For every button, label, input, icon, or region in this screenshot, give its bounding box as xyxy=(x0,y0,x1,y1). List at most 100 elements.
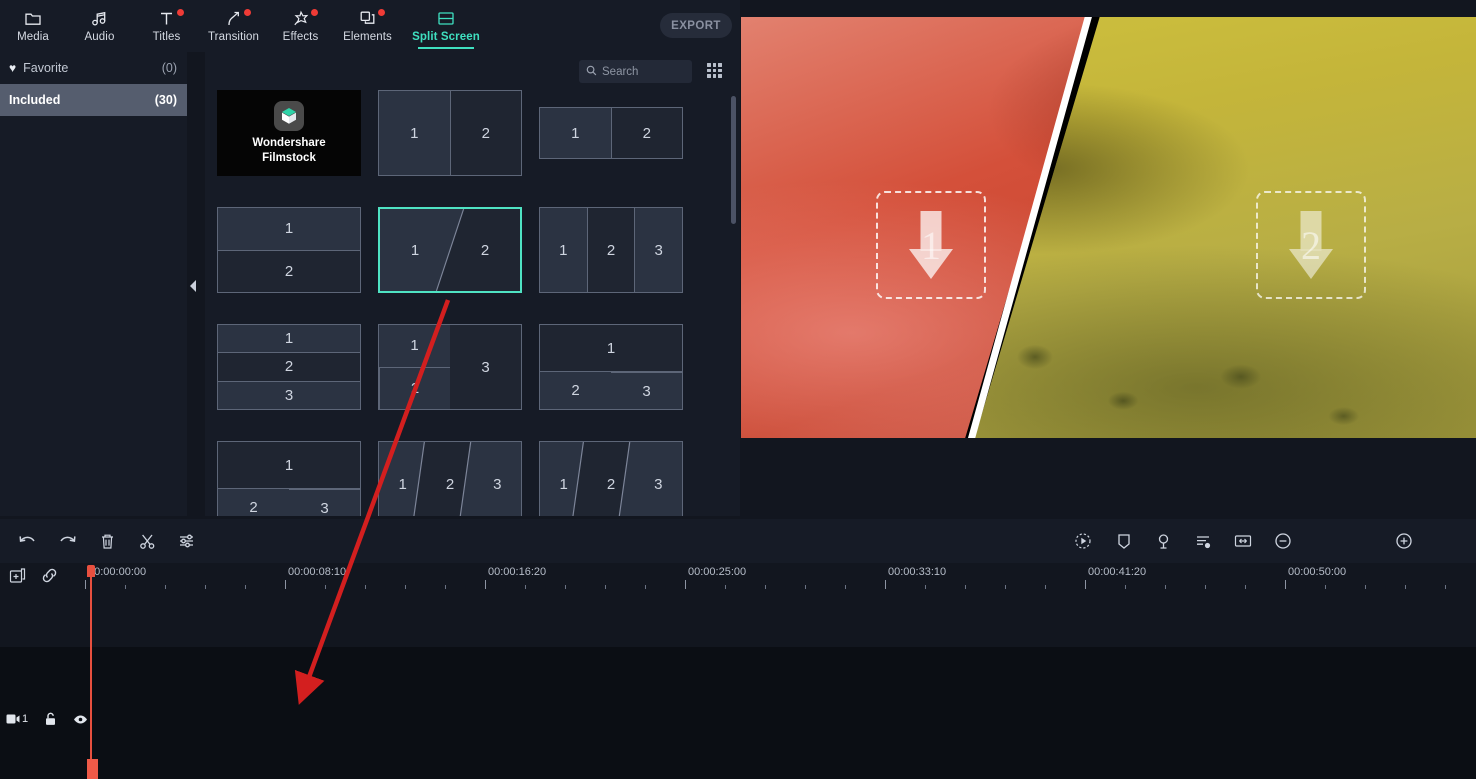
redo-icon[interactable] xyxy=(56,531,78,551)
ruler-tick-minor xyxy=(205,585,206,589)
template-2-column-wide[interactable]: 1 2 xyxy=(539,90,683,176)
ruler-tick-minor xyxy=(925,585,926,589)
template-cell: 3 xyxy=(450,325,521,409)
template-cell: 1 xyxy=(559,475,568,493)
template-2-diagonal-selected[interactable]: 1 2 xyxy=(378,207,522,293)
ruler-tick-minor xyxy=(645,585,646,589)
fit-to-screen-icon[interactable] xyxy=(1232,531,1254,551)
grid-dots-icon[interactable] xyxy=(707,63,722,78)
template-1-top-2-bottom-alt[interactable]: 1 2 3 xyxy=(217,441,361,516)
minus-circle-icon[interactable] xyxy=(1272,531,1294,551)
tab-effects-label: Effects xyxy=(282,31,319,43)
sidebar-item-favorite-label: Favorite xyxy=(23,61,69,75)
tab-elements-label: Elements xyxy=(343,31,392,43)
template-cell: 1 xyxy=(218,325,360,353)
template-2-left-1-right[interactable]: 1 2 3 xyxy=(378,324,522,410)
filmstock-logo-icon xyxy=(274,101,304,132)
sidebar-item-favorite[interactable]: ♥ Favorite (0) xyxy=(0,52,187,84)
link-icon[interactable] xyxy=(40,567,62,587)
template-cell: 1 xyxy=(540,208,587,292)
scissors-icon[interactable] xyxy=(136,531,158,551)
sliders-icon[interactable] xyxy=(176,531,198,551)
template-cell: 3 xyxy=(493,475,502,493)
microphone-icon[interactable] xyxy=(1152,531,1174,551)
template-3-slant[interactable]: 1 2 3 xyxy=(378,441,522,516)
template-cell: 1 xyxy=(379,325,450,368)
plus-circle-icon[interactable] xyxy=(1393,531,1415,551)
template-cell: 2 xyxy=(606,475,616,493)
folder-icon xyxy=(24,9,42,28)
template-2-column[interactable]: 1 2 xyxy=(378,90,522,176)
titles-new-badge xyxy=(177,9,184,16)
trash-icon[interactable] xyxy=(96,531,118,551)
add-media-icon[interactable] xyxy=(8,567,30,587)
template-cell: 1 xyxy=(540,108,611,158)
template-cell: 2 xyxy=(586,208,635,292)
search-input[interactable] xyxy=(602,65,680,78)
text-t-icon xyxy=(158,9,175,28)
sidebar-item-included-label: Included xyxy=(9,93,61,107)
ruler-tick-minor xyxy=(845,585,846,589)
render-preview-icon[interactable] xyxy=(1072,531,1094,551)
template-3-slant-alt[interactable]: 1 2 3 xyxy=(539,441,683,516)
magic-star-icon xyxy=(292,9,310,28)
template-cell: 2 xyxy=(449,91,521,175)
template-2-row[interactable]: 1 2 xyxy=(217,207,361,293)
ruler-tick-minor xyxy=(605,585,606,589)
tab-media-label: Media xyxy=(17,31,49,43)
video-track-lane[interactable] xyxy=(0,647,1476,779)
template-cell: 2 xyxy=(540,372,611,409)
elements-new-badge xyxy=(378,9,385,16)
tab-elements[interactable]: Elements xyxy=(334,0,401,52)
template-cell: 1 xyxy=(379,91,450,175)
ruler-label: 00:00:41:20 xyxy=(1088,566,1147,578)
ruler-tick-minor xyxy=(165,585,166,589)
tab-effects[interactable]: Effects xyxy=(267,0,334,52)
video-track-icon: 1 xyxy=(6,713,28,725)
template-cell: 2 xyxy=(218,489,289,516)
tab-transition[interactable]: Transition xyxy=(200,0,267,52)
template-grid-scroll[interactable]: Wondershare Filmstock 1 2 1 2 1 2 1 2 1 … xyxy=(205,90,740,516)
collapse-panel-button[interactable] xyxy=(188,278,198,294)
marker-icon[interactable] xyxy=(1113,531,1135,551)
ruler-tick-minor xyxy=(965,585,966,589)
template-1-top-2-bottom[interactable]: 1 2 3 xyxy=(539,324,683,410)
eye-icon[interactable] xyxy=(73,714,88,725)
tab-titles[interactable]: Titles xyxy=(133,0,200,52)
ruler-tick-major xyxy=(285,580,286,589)
template-cell: 3 xyxy=(634,208,682,292)
tab-audio[interactable]: Audio xyxy=(66,0,133,52)
undo-icon[interactable] xyxy=(16,531,38,551)
template-panel-scrollbar[interactable] xyxy=(731,96,736,506)
ruler-tick-minor xyxy=(1405,585,1406,589)
ruler-tick-minor xyxy=(1125,585,1126,589)
ruler-label: 00:00:25:00 xyxy=(688,566,747,578)
tab-split-screen[interactable]: Split Screen xyxy=(401,0,491,52)
sidebar-item-included[interactable]: Included (30) xyxy=(0,84,187,116)
transition-new-badge xyxy=(244,9,251,16)
ruler-tick-minor xyxy=(525,585,526,589)
template-promo-filmstock[interactable]: Wondershare Filmstock xyxy=(217,90,361,176)
audio-mixer-icon[interactable] xyxy=(1192,531,1214,551)
template-cell: 2 xyxy=(445,475,455,493)
dropzone-2[interactable]: 2 xyxy=(1256,191,1366,299)
template-cell: 3 xyxy=(611,372,682,409)
template-3-row[interactable]: 1 2 3 xyxy=(217,324,361,410)
dropzone-1[interactable]: 1 xyxy=(876,191,986,299)
ruler-tick-minor xyxy=(1045,585,1046,589)
timeline-ruler[interactable]: 00:00:00:00 00:00:08:10 00:00:16:20 00:00:2… xyxy=(85,565,1476,591)
template-3-column[interactable]: 1 2 3 xyxy=(539,207,683,293)
tab-media[interactable]: Media xyxy=(0,0,66,52)
filmora-editor-window: Media Audio Titles Transition Effects El… xyxy=(0,0,1476,779)
template-grid: Wondershare Filmstock 1 2 1 2 1 2 1 2 1 … xyxy=(217,90,722,516)
ruler-tick-minor xyxy=(765,585,766,589)
timeline-tracks: 1 xyxy=(0,591,1476,779)
ruler-tick-major xyxy=(1085,580,1086,589)
promo-label: Wondershare Filmstock xyxy=(252,137,326,164)
scrollbar-thumb[interactable] xyxy=(731,96,736,224)
video-preview[interactable]: 1 2 xyxy=(741,17,1476,438)
search-box[interactable] xyxy=(579,60,692,83)
export-button[interactable]: EXPORT xyxy=(660,13,732,38)
unlock-icon[interactable] xyxy=(44,712,57,726)
panel-header xyxy=(205,52,740,90)
